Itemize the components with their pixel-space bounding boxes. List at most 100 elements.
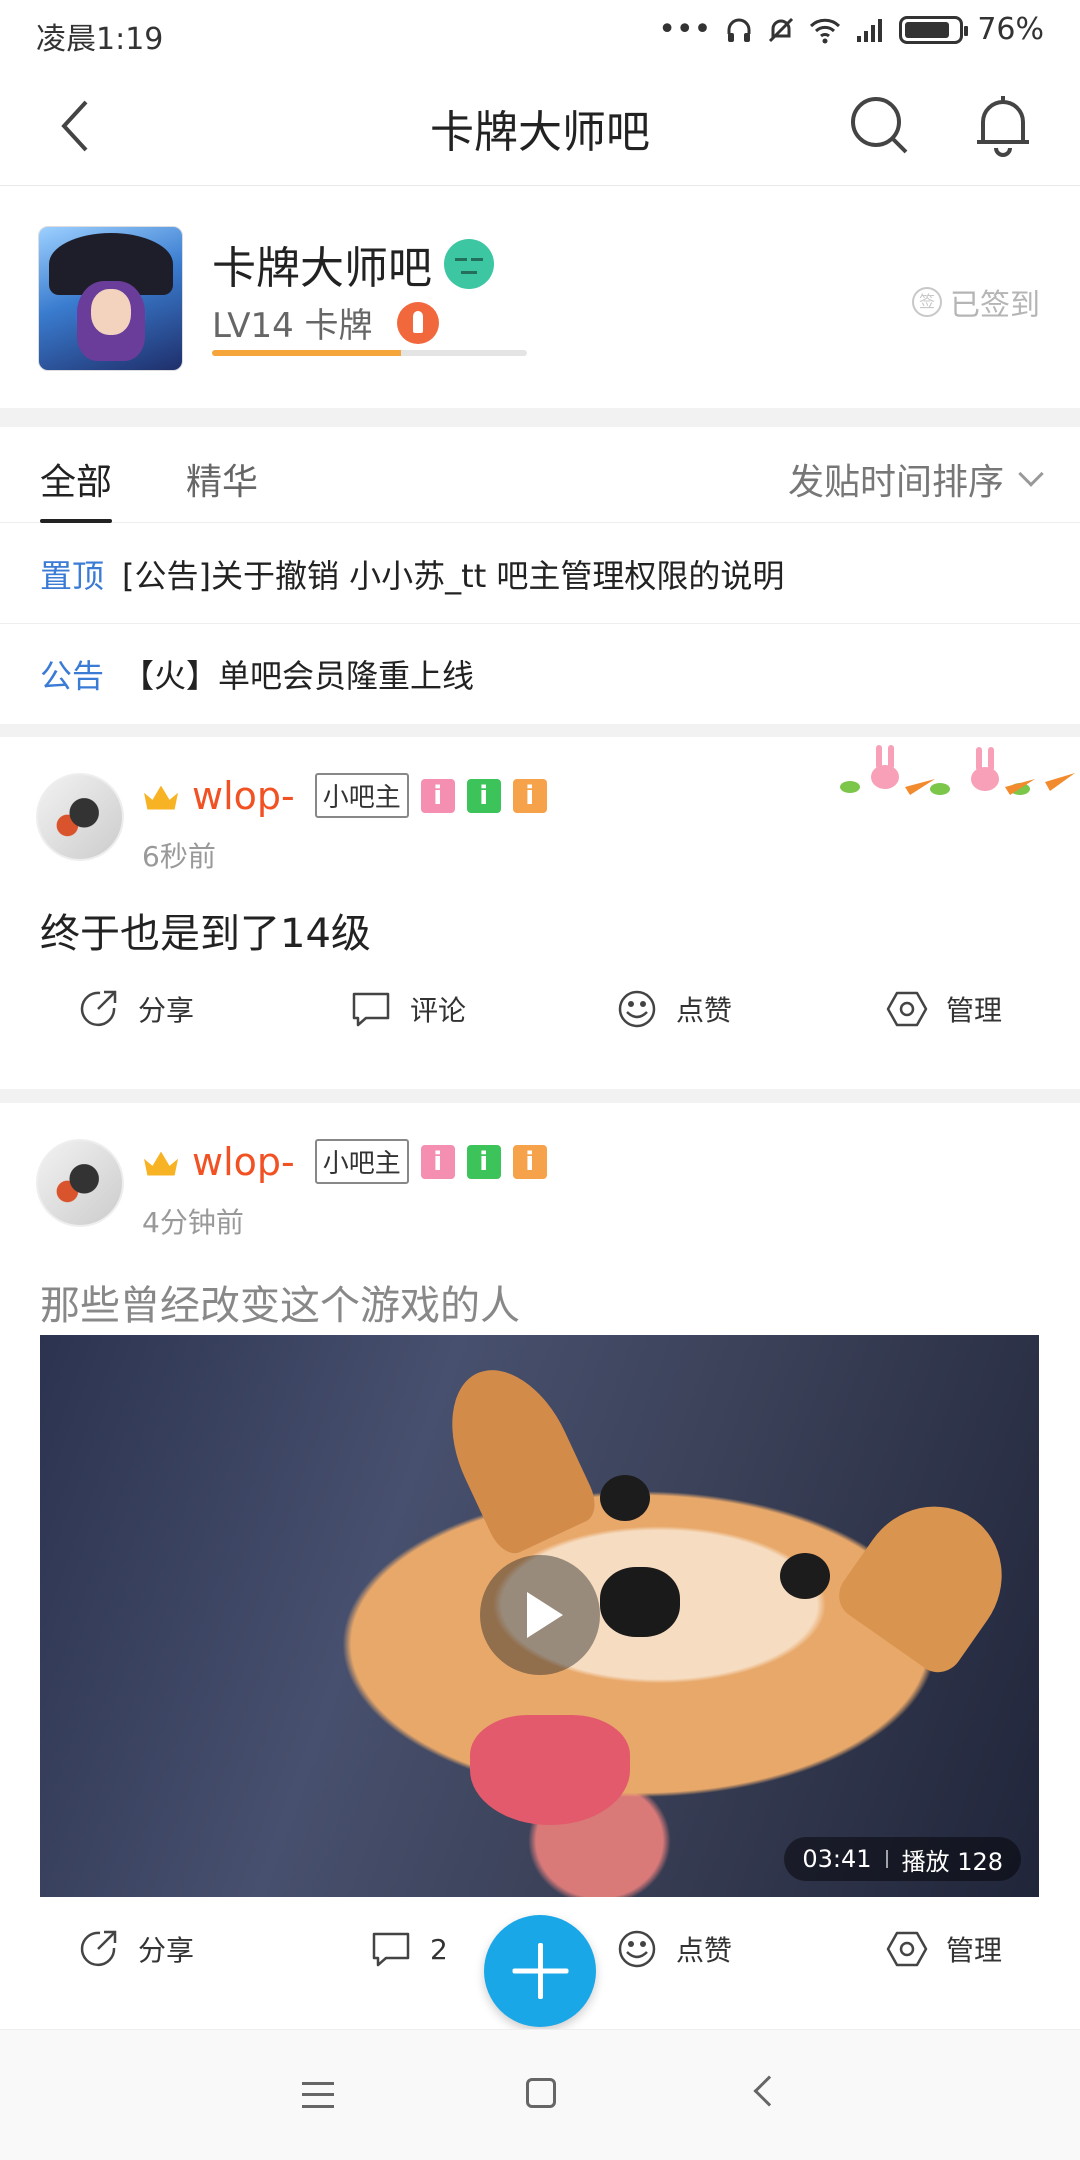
emoji-badge-icon bbox=[444, 239, 494, 289]
user-line: wlop- 小吧主 i i i bbox=[142, 1139, 547, 1184]
manage-icon bbox=[886, 1931, 928, 1967]
announcement-text: 【火】单吧会员隆重上线 bbox=[122, 657, 475, 695]
manage-button[interactable]: 管理 bbox=[886, 969, 1002, 1049]
sort-label: 发贴时间排序 bbox=[787, 462, 1004, 503]
announcement-tag: 公告 bbox=[40, 657, 105, 695]
section-divider bbox=[0, 724, 1080, 737]
avatar[interactable] bbox=[36, 1139, 124, 1227]
status-bar: 凌晨1:19 ••• 76% bbox=[0, 0, 1080, 66]
battery-icon bbox=[899, 15, 969, 44]
forum-avatar[interactable] bbox=[38, 226, 183, 371]
post-card[interactable]: wlop- 小吧主 i i i 6秒前 终于也是到了14级 分享 评论 点赞 管… bbox=[0, 737, 1080, 1089]
nav-bar: 卡牌大师吧 bbox=[0, 66, 1080, 186]
tab-all[interactable]: 全部 bbox=[40, 453, 113, 523]
post-text[interactable]: 那些曾经改变这个游戏的人 bbox=[40, 1273, 520, 1331]
share-icon bbox=[80, 1930, 117, 1967]
home-icon[interactable] bbox=[526, 2078, 556, 2108]
forum-level: LV14 卡牌 bbox=[212, 298, 439, 347]
info-badge-icon: i bbox=[466, 1144, 501, 1179]
share-label: 分享 bbox=[138, 1934, 195, 1967]
crown-icon bbox=[142, 780, 180, 812]
system-back-icon[interactable] bbox=[753, 2075, 785, 2107]
forum-name-text: 卡牌大师吧 bbox=[212, 243, 432, 294]
search-icon[interactable] bbox=[848, 94, 910, 156]
manage-label: 管理 bbox=[946, 1934, 1003, 1967]
info-badge-icon: i bbox=[466, 778, 501, 813]
add-post-button[interactable] bbox=[484, 1915, 596, 2027]
sort-dropdown[interactable]: 发贴时间排序 bbox=[787, 453, 1044, 505]
tabs-bar: 全部 精华 发贴时间排序 bbox=[0, 427, 1080, 523]
info-badge-icon: i bbox=[512, 778, 547, 813]
comment-icon bbox=[372, 1932, 410, 1967]
section-divider bbox=[0, 1089, 1080, 1103]
sign-in-icon: 签 bbox=[912, 287, 942, 317]
role-badge: 小吧主 bbox=[314, 1139, 409, 1184]
like-label: 点赞 bbox=[676, 994, 733, 1027]
post-text[interactable]: 终于也是到了14级 bbox=[40, 901, 371, 959]
level-progress-bar bbox=[212, 350, 527, 356]
comment-button[interactable]: 评论 bbox=[350, 969, 466, 1049]
tab-good[interactable]: 精华 bbox=[186, 453, 258, 505]
chevron-down-icon bbox=[1018, 461, 1044, 487]
username[interactable]: wlop- bbox=[192, 1140, 295, 1184]
info-badge-icon: i bbox=[420, 778, 455, 813]
bunny-carrot-decoration-icon bbox=[840, 745, 1075, 795]
video-thumbnail[interactable]: 03:41 播放 128 bbox=[40, 1335, 1039, 1897]
level-progress-fill bbox=[212, 350, 401, 356]
page-title: 卡牌大师吧 bbox=[430, 107, 650, 158]
pin-tag: 置顶 bbox=[40, 556, 105, 595]
bell-icon[interactable] bbox=[972, 92, 1034, 158]
like-icon bbox=[618, 1930, 656, 1968]
comment-button[interactable]: 2 bbox=[370, 1909, 448, 1989]
forum-name: 卡牌大师吧 bbox=[212, 232, 494, 296]
signed-status[interactable]: 签 已签到 bbox=[912, 280, 1040, 324]
forum-header: 卡牌大师吧 LV14 卡牌 签 已签到 bbox=[0, 186, 1080, 408]
role-badge: 小吧主 bbox=[314, 773, 409, 818]
avatar[interactable] bbox=[36, 773, 124, 861]
bell-muted-icon bbox=[769, 17, 794, 42]
username[interactable]: wlop- bbox=[192, 774, 295, 818]
like-button[interactable]: 点赞 bbox=[616, 1909, 732, 1989]
play-icon[interactable] bbox=[480, 1555, 600, 1675]
share-label: 分享 bbox=[138, 994, 195, 1027]
like-label: 点赞 bbox=[676, 1934, 733, 1967]
rocket-icon bbox=[396, 301, 439, 344]
comment-icon bbox=[352, 992, 390, 1027]
post-time: 6秒前 bbox=[142, 840, 216, 873]
video-plays: 播放 128 bbox=[901, 1847, 1003, 1876]
video-meta: 03:41 播放 128 bbox=[784, 1837, 1021, 1881]
battery-fill bbox=[905, 21, 950, 38]
like-icon bbox=[618, 990, 656, 1028]
user-line: wlop- 小吧主 i i i bbox=[142, 773, 547, 818]
wifi-icon bbox=[810, 18, 841, 43]
section-divider bbox=[0, 408, 1080, 427]
signed-label: 已签到 bbox=[950, 288, 1040, 323]
info-badge-icon: i bbox=[512, 1144, 547, 1179]
post-actions: 分享 评论 点赞 管理 bbox=[0, 969, 1080, 1049]
forum-level-text: LV14 卡牌 bbox=[212, 306, 373, 346]
signal-icon bbox=[857, 18, 883, 42]
share-icon bbox=[80, 990, 117, 1027]
headphones-icon bbox=[727, 18, 751, 42]
status-time: 凌晨1:19 bbox=[36, 22, 164, 57]
manage-label: 管理 bbox=[946, 994, 1003, 1027]
crown-icon bbox=[142, 1146, 180, 1178]
post-card[interactable]: wlop- 小吧主 i i i 4分钟前 那些曾经改变这个游戏的人 03:41 … bbox=[0, 1103, 1080, 2029]
battery-percent: 76% bbox=[977, 12, 1044, 47]
info-badge-icon: i bbox=[420, 1144, 455, 1179]
announcement-post[interactable]: 公告 【火】单吧会员隆重上线 bbox=[0, 624, 1080, 724]
pinned-post[interactable]: 置顶 [公告]关于撤销 小小苏_tt 吧主管理权限的说明 bbox=[0, 524, 1080, 624]
video-duration: 03:41 bbox=[802, 1845, 872, 1873]
like-button[interactable]: 点赞 bbox=[616, 969, 732, 1049]
manage-icon bbox=[886, 991, 928, 1027]
post-time: 4分钟前 bbox=[142, 1206, 244, 1239]
share-button[interactable]: 分享 bbox=[78, 1909, 194, 1989]
comment-label: 评论 bbox=[410, 994, 467, 1027]
system-nav-bar bbox=[0, 2029, 1080, 2160]
comment-count: 2 bbox=[430, 1932, 448, 1966]
pin-text: [公告]关于撤销 小小苏_tt 吧主管理权限的说明 bbox=[122, 556, 785, 595]
status-icons: ••• 76% bbox=[658, 12, 1044, 47]
share-button[interactable]: 分享 bbox=[78, 969, 194, 1049]
manage-button[interactable]: 管理 bbox=[886, 1909, 1002, 1989]
menu-icon[interactable] bbox=[302, 2082, 334, 2108]
